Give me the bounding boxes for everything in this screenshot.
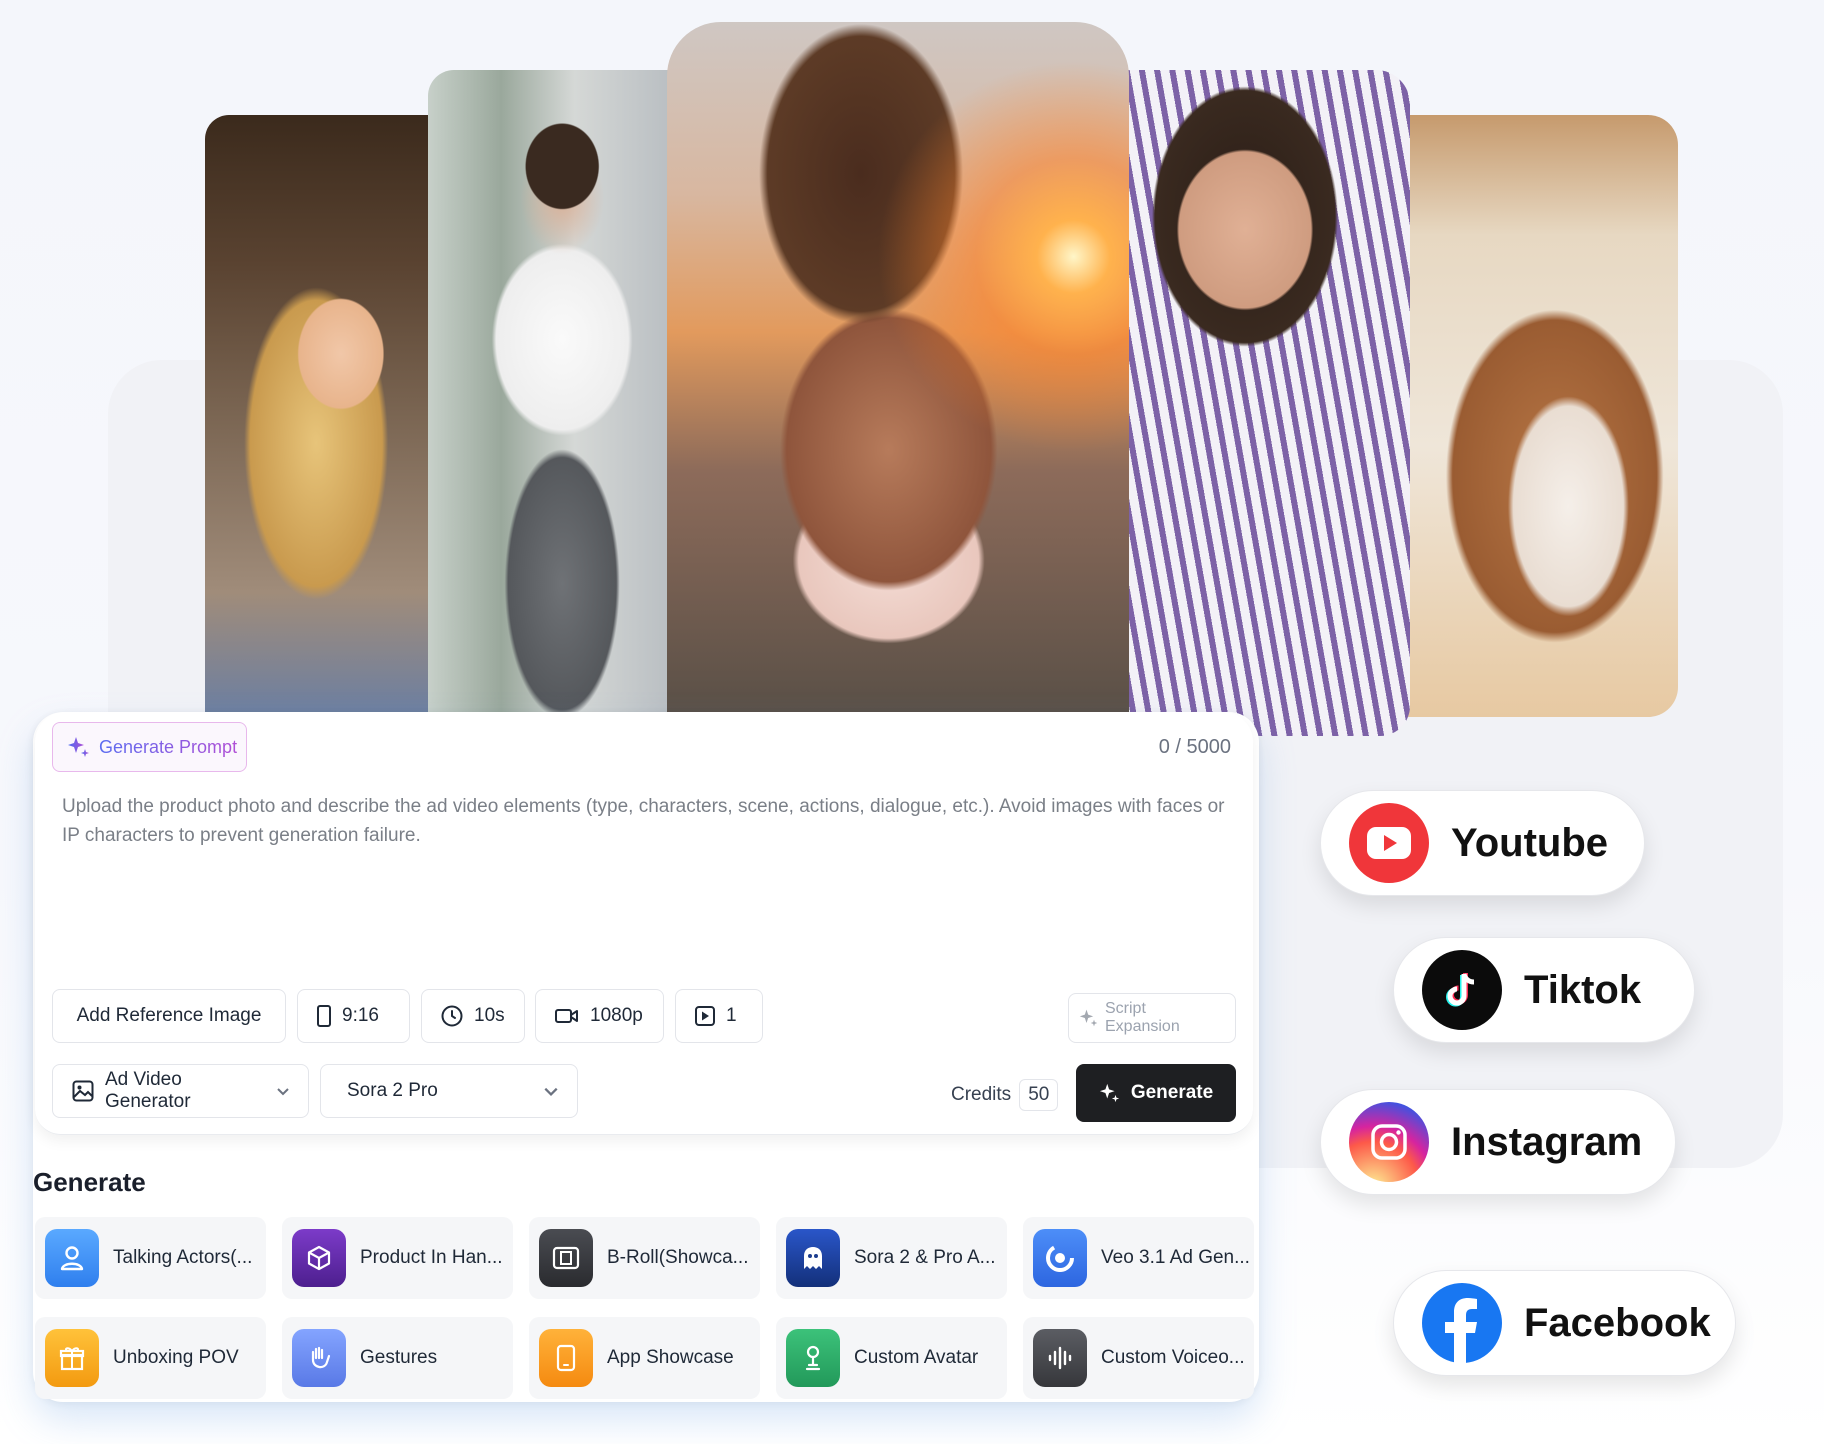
tile-label: Gestures <box>360 1347 438 1368</box>
generate-section-title: Generate <box>33 1167 146 1197</box>
tile-veo-3-1[interactable]: Veo 3.1 Ad Gen... <box>1023 1217 1254 1299</box>
hand-icon <box>292 1329 346 1387</box>
mode-select[interactable]: Ad Video Generator <box>52 1064 309 1118</box>
generate-button[interactable]: Generate <box>1076 1064 1236 1122</box>
tiktok-icon <box>1422 950 1502 1030</box>
model-select[interactable]: Sora 2 Pro <box>320 1064 578 1118</box>
tile-unboxing-pov[interactable]: Unboxing POV <box>35 1317 266 1399</box>
clock-icon <box>441 1005 463 1027</box>
cube-icon <box>292 1229 346 1287</box>
gift-icon <box>45 1329 99 1387</box>
youtube-icon <box>1349 803 1429 883</box>
resolution-chip[interactable]: 1080p <box>535 989 664 1043</box>
photo-teen-boy <box>428 70 672 712</box>
generate-prompt-label: Generate Prompt <box>99 736 238 757</box>
tile-custom-avatar[interactable]: Custom Avatar <box>776 1317 1007 1399</box>
generate-prompt-button[interactable]: Generate Prompt <box>52 722 247 772</box>
tile-sora-2-pro[interactable]: Sora 2 & Pro A... <box>776 1217 1007 1299</box>
generate-label: Generate <box>1130 1082 1214 1103</box>
phone-outline-icon <box>317 1005 331 1027</box>
tile-gestures[interactable]: Gestures <box>282 1317 513 1399</box>
social-pill-tiktok[interactable]: Tiktok <box>1393 937 1695 1043</box>
photo-striped-shirt-woman <box>1110 70 1410 736</box>
social-label: Tiktok <box>1524 967 1642 1012</box>
credits-value: 50 <box>1019 1079 1059 1111</box>
sparkle-icon <box>68 737 89 757</box>
script-expansion-button[interactable]: Script Expansion <box>1068 993 1236 1043</box>
tile-label: Sora 2 & Pro A... <box>854 1247 996 1268</box>
chevron-down-icon <box>277 1088 289 1096</box>
mode-select-value: Ad Video Generator <box>105 1069 191 1112</box>
social-label: Facebook <box>1524 1300 1711 1345</box>
tile-label: B-Roll(Showca... <box>607 1247 749 1268</box>
instagram-icon <box>1349 1102 1429 1182</box>
ghost-icon <box>786 1229 840 1287</box>
count-chip[interactable]: 1 <box>675 989 763 1043</box>
photo-dog <box>1404 115 1678 717</box>
social-label: Instagram <box>1451 1119 1643 1164</box>
credits-label: Credits <box>951 1084 1012 1105</box>
aspect-ratio-chip[interactable]: 9:16 <box>297 989 410 1043</box>
phone-icon <box>539 1329 593 1387</box>
photo-blonde-woman <box>205 115 452 712</box>
sparkle-icon <box>1079 1009 1098 1027</box>
tile-talking-actors[interactable]: Talking Actors(... <box>35 1217 266 1299</box>
social-pill-instagram[interactable]: Instagram <box>1320 1089 1676 1195</box>
tile-custom-voiceover[interactable]: Custom Voiceo... <box>1023 1317 1254 1399</box>
add-reference-label: Add Reference Image <box>76 1005 262 1026</box>
image-icon <box>72 1080 94 1102</box>
avatar-pin-icon <box>786 1329 840 1387</box>
prompt-input[interactable]: Upload the product photo and describe th… <box>62 792 1242 850</box>
credits-display: Credits 50 <box>951 1079 1059 1111</box>
swirl-icon <box>1033 1229 1087 1287</box>
add-reference-image-button[interactable]: Add Reference Image <box>52 989 286 1043</box>
social-label: Youtube <box>1451 820 1609 865</box>
video-camera-icon <box>555 1009 578 1023</box>
film-icon <box>539 1229 593 1287</box>
tile-product-in-hand[interactable]: Product In Han... <box>282 1217 513 1299</box>
person-icon <box>45 1229 99 1287</box>
aspect-ratio-value: 9:16 <box>342 1005 379 1026</box>
photo-sunset-woman <box>667 22 1129 712</box>
chevron-down-icon <box>544 1087 558 1097</box>
tile-label: Unboxing POV <box>113 1347 239 1368</box>
prompt-composer: Generate Prompt 0 / 5000 Upload the prod… <box>35 712 1253 1135</box>
social-pill-facebook[interactable]: Facebook <box>1393 1270 1736 1376</box>
tile-label: Custom Avatar <box>854 1347 979 1368</box>
sparkle-icon <box>1099 1083 1119 1103</box>
tile-label: Veo 3.1 Ad Gen... <box>1101 1247 1250 1268</box>
facebook-icon <box>1422 1283 1502 1363</box>
play-square-icon <box>695 1006 715 1026</box>
duration-chip[interactable]: 10s <box>421 989 525 1043</box>
tile-label: Custom Voiceo... <box>1101 1347 1245 1368</box>
model-select-value: Sora 2 Pro <box>347 1080 438 1101</box>
tile-b-roll[interactable]: B-Roll(Showca... <box>529 1217 760 1299</box>
resolution-value: 1080p <box>590 1005 643 1026</box>
script-expansion-label: Script Expansion <box>1105 1000 1180 1035</box>
social-pill-youtube[interactable]: Youtube <box>1320 790 1645 896</box>
waveform-icon <box>1033 1329 1087 1387</box>
tile-label: Product In Han... <box>360 1247 503 1268</box>
count-value: 1 <box>726 1005 737 1026</box>
tile-app-showcase[interactable]: App Showcase <box>529 1317 760 1399</box>
char-counter: 0 / 5000 <box>1158 736 1231 758</box>
duration-value: 10s <box>474 1005 505 1026</box>
tile-label: Talking Actors(... <box>113 1247 253 1268</box>
generator-panel: Generate Prompt 0 / 5000 Upload the prod… <box>33 712 1259 1402</box>
tile-label: App Showcase <box>607 1347 734 1368</box>
